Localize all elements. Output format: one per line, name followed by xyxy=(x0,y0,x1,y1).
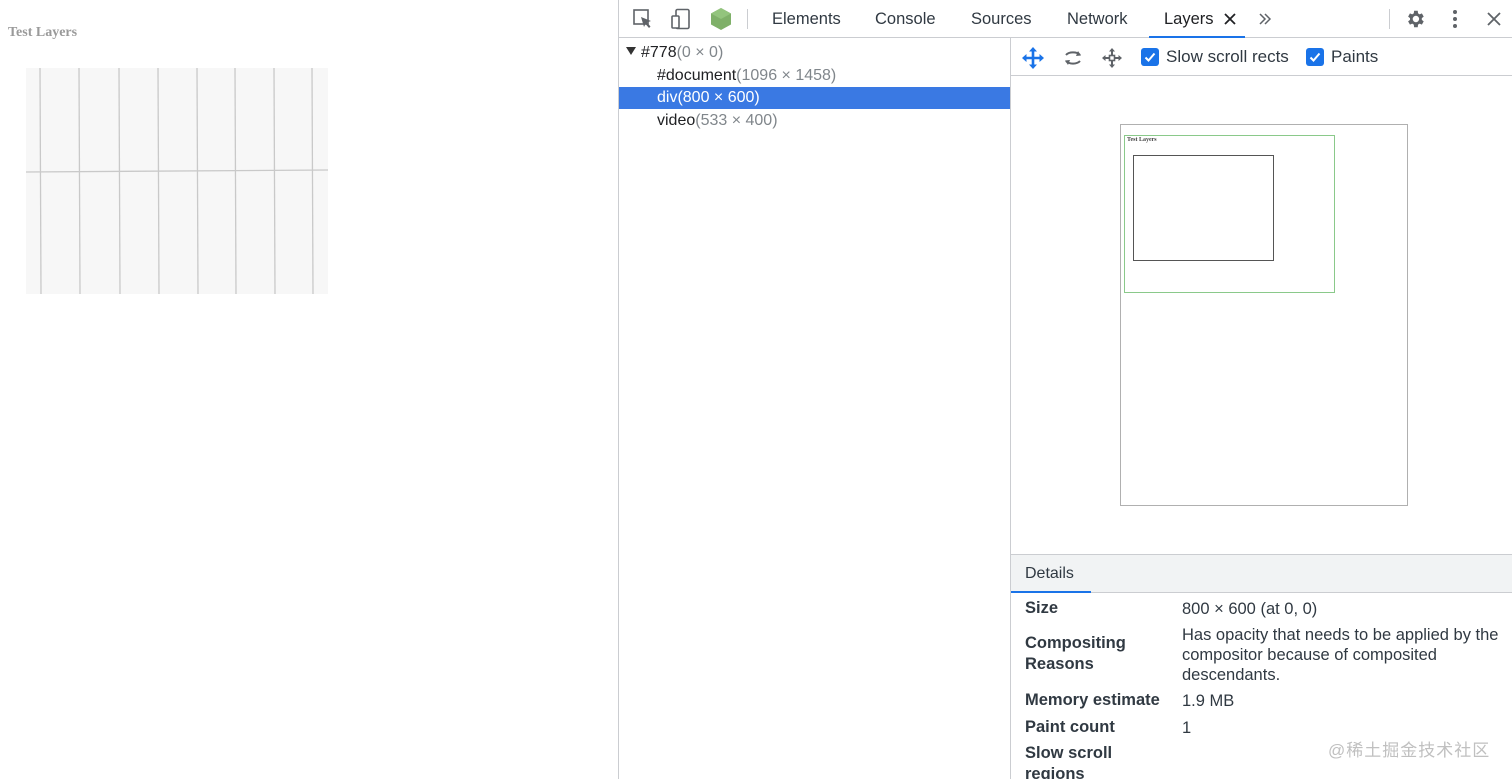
toolbar-separator-right xyxy=(1389,9,1390,29)
video-frame-grid xyxy=(26,68,328,294)
detail-key-compositing-reasons: Compositing Reasons xyxy=(1025,634,1126,673)
slow-scroll-rects-label[interactable]: Slow scroll rects xyxy=(1166,47,1289,67)
checkmark-icon xyxy=(1144,52,1156,62)
tab-network[interactable]: Network xyxy=(1067,0,1128,38)
pan-mode-icon[interactable] xyxy=(1020,45,1046,71)
detail-value-paint-count: 1 xyxy=(1182,719,1192,737)
layer-tree-item-document[interactable]: #document(1096 × 1458) xyxy=(619,65,1010,87)
checkmark-icon xyxy=(1309,52,1321,62)
kebab-menu-icon[interactable] xyxy=(1443,7,1467,31)
layer-rect-video[interactable] xyxy=(1133,155,1274,261)
inspect-element-icon[interactable] xyxy=(631,7,655,31)
toolbar-separator xyxy=(747,9,748,29)
inspected-page: Test Layers xyxy=(0,0,618,779)
device-toolbar-icon[interactable] xyxy=(669,7,693,31)
layer-preview-title: Test Layers xyxy=(1127,137,1157,143)
slow-scroll-rects-checkbox[interactable] xyxy=(1141,48,1159,66)
paints-label[interactable]: Paints xyxy=(1331,47,1378,67)
layers-viewer-toolbar: Slow scroll rects Paints xyxy=(1011,38,1512,76)
video-element[interactable] xyxy=(26,68,328,294)
close-devtools-icon[interactable] xyxy=(1482,7,1506,31)
page-title: Test Layers xyxy=(8,25,78,40)
detail-value-size: 800 × 600 (at 0, 0) xyxy=(1182,600,1318,618)
watermark: @稀土掘金技术社区 xyxy=(1328,741,1491,760)
details-header: Details xyxy=(1011,554,1512,593)
devtools-main-toolbar: Elements Console Sources Network Layers xyxy=(619,0,1512,38)
layer-tree-item-root[interactable]: #778(0 × 0) xyxy=(619,42,1010,64)
close-tab-icon[interactable] xyxy=(1218,7,1242,31)
paints-checkbox[interactable] xyxy=(1306,48,1324,66)
detail-key-slow-scroll-regions: Slow scroll regions xyxy=(1025,744,1113,779)
node-icon[interactable] xyxy=(709,7,733,31)
tab-layers-label: Layers xyxy=(1164,10,1214,28)
layer-tree-item-video[interactable]: video(533 × 400) xyxy=(619,110,1010,132)
rotate-mode-icon[interactable] xyxy=(1060,45,1086,71)
reset-transform-icon[interactable] xyxy=(1099,45,1125,71)
layer-tree-item-div[interactable]: div(800 × 600) xyxy=(619,87,1010,109)
expand-arrow-icon[interactable] xyxy=(626,47,636,55)
tab-sources[interactable]: Sources xyxy=(971,0,1032,38)
detail-key-paint-count: Paint count xyxy=(1025,718,1115,736)
layer-tree: #778(0 × 0) #document(1096 × 1458) div(8… xyxy=(619,38,1011,779)
tab-console[interactable]: Console xyxy=(875,0,936,38)
detail-value-compositing-reasons: Has opacity that needs to be applied by … xyxy=(1182,626,1499,684)
detail-value-memory-estimate: 1.9 MB xyxy=(1182,692,1235,710)
layers-3d-viewer[interactable]: Test Layers xyxy=(1011,77,1512,554)
tab-elements[interactable]: Elements xyxy=(772,0,841,38)
more-tabs-icon[interactable] xyxy=(1253,7,1277,31)
tab-details[interactable]: Details xyxy=(1011,555,1091,593)
detail-key-size: Size xyxy=(1025,599,1059,617)
settings-icon[interactable] xyxy=(1403,7,1427,31)
devtools-panel: Elements Console Sources Network Layers … xyxy=(618,0,1512,779)
detail-key-memory-estimate: Memory estimate xyxy=(1025,691,1160,709)
